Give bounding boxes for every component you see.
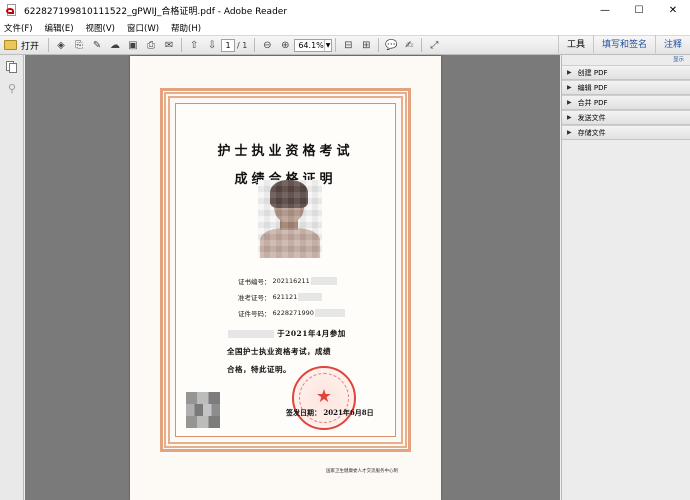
email-icon[interactable]: ✉: [161, 37, 177, 53]
redacted-name: [228, 330, 274, 338]
menu-bar: 文件(F) 编辑(E) 视图(V) 窗口(W) 帮助(H): [0, 20, 690, 35]
next-page-icon[interactable]: ⇩: [204, 37, 220, 53]
panel-item-edit-pdf[interactable]: ▶ 编辑 PDF: [562, 80, 690, 95]
official-seal: ★: [292, 366, 356, 430]
qr-code-pattern: [186, 404, 220, 416]
chevron-right-icon: ▶: [567, 84, 572, 91]
sign-icon[interactable]: ✍: [401, 37, 417, 53]
redacted-block: [310, 277, 337, 285]
toolbar-separator: [254, 38, 256, 52]
body-line1-text: 于2021年4月参加: [277, 329, 346, 338]
page-thumbnails-icon[interactable]: [6, 61, 18, 73]
certificate-body-line1: 于2021年4月参加: [227, 328, 346, 339]
page-total: / 1: [237, 40, 248, 50]
applicant-photo: [258, 180, 322, 258]
comment-icon[interactable]: 💬: [383, 37, 399, 53]
menu-edit[interactable]: 编辑(E): [45, 22, 74, 34]
exam-number-value: 621121: [272, 293, 298, 301]
seal-star-icon: ★: [315, 386, 333, 407]
cloud-icon[interactable]: ☁: [107, 37, 123, 53]
id-number-row: 证件号码： 6228271990: [238, 308, 345, 318]
export-icon[interactable]: ⎘: [71, 37, 87, 53]
chevron-right-icon: ▶: [567, 114, 572, 121]
redacted-block: [298, 293, 323, 301]
toolbar-separator: [181, 38, 183, 52]
open-label: 打开: [21, 41, 40, 52]
chevron-right-icon: ▶: [567, 129, 572, 136]
page-number-input[interactable]: 1: [221, 38, 236, 52]
left-navigation-pane: ⚲: [0, 55, 24, 500]
id-number-label: 证件号码：: [238, 310, 271, 318]
zoom-in-icon[interactable]: ⊕: [277, 37, 293, 53]
fit-width-icon[interactable]: ⊞: [358, 37, 374, 53]
menu-help[interactable]: 帮助(H): [171, 22, 201, 34]
panel-item-label: 发送文件: [577, 113, 606, 122]
previous-page-icon[interactable]: ⇧: [186, 37, 202, 53]
panel-item-store-file[interactable]: ▶ 存储文件: [562, 125, 690, 140]
toolbar-separator: [421, 38, 423, 52]
expand-icon[interactable]: ⤢: [426, 37, 442, 53]
certificate-number-row: 证书编号： 202116211: [238, 276, 337, 286]
panel-item-label: 创建 PDF: [577, 68, 608, 77]
chevron-down-icon[interactable]: ▼: [323, 39, 332, 51]
panel-item-create-pdf[interactable]: ▶ 创建 PDF: [562, 65, 690, 80]
document-area[interactable]: 护士执业资格考试 成绩合格证明 证书编号： 202116211 准考证号： 62…: [25, 55, 560, 500]
redacted-block: [314, 309, 345, 317]
right-tabs: 工具 填写和签名 注释: [557, 35, 690, 55]
certificate-body-line3: 合格，特此证明。: [227, 365, 291, 374]
certificate-number-value: 202116211: [272, 277, 310, 285]
menu-view[interactable]: 视图(V): [86, 22, 115, 34]
toolbar-separator: [335, 38, 337, 52]
open-button[interactable]: 打开: [4, 39, 39, 52]
certificate-footer: 国家卫生健康委人才交流服务中心制: [326, 469, 398, 474]
edit-icon[interactable]: ✎: [89, 37, 105, 53]
tab-tools[interactable]: 工具: [557, 35, 593, 55]
create-pdf-icon[interactable]: ◈: [53, 37, 69, 53]
minimize-button[interactable]: —: [588, 0, 622, 20]
tools-panel: 显示 ▶ 创建 PDF ▶ 编辑 PDF ▶ 合并 PDF ▶ 发送文件 ▶ 存…: [561, 55, 690, 500]
save-icon[interactable]: ▣: [125, 37, 141, 53]
id-number-value: 6228271990: [272, 309, 314, 317]
menu-window[interactable]: 窗口(W): [127, 22, 159, 34]
panel-item-label: 编辑 PDF: [577, 83, 608, 92]
chevron-right-icon: ▶: [567, 69, 572, 76]
tab-comment[interactable]: 注释: [654, 35, 690, 55]
zoom-select[interactable]: 64.1% ▼: [294, 38, 333, 52]
panel-show-link[interactable]: 显示: [562, 55, 690, 65]
menu-file[interactable]: 文件(F): [4, 22, 33, 34]
window-title: 622827199810111522_gPWIJ_合格证明.pdf - Adob…: [24, 6, 288, 17]
issue-date: 签发日期： 2021年6月8日: [286, 408, 374, 417]
tab-fill-sign[interactable]: 填写和签名: [592, 35, 655, 55]
panel-item-label: 合并 PDF: [577, 98, 608, 107]
folder-icon: [4, 40, 17, 50]
adobe-reader-icon: [6, 4, 18, 16]
print-icon[interactable]: ⎙: [143, 37, 159, 53]
panel-item-label: 存储文件: [577, 128, 606, 137]
pdf-page: 护士执业资格考试 成绩合格证明 证书编号： 202116211 准考证号： 62…: [130, 56, 441, 500]
certificate-title: 护士执业资格考试: [217, 144, 354, 159]
certificate-body-line2: 全国护士执业资格考试，成绩: [227, 347, 331, 356]
toolbar-separator: [378, 38, 380, 52]
close-button[interactable]: ✕: [656, 0, 690, 20]
toolbar-separator: [48, 38, 50, 52]
exam-number-label: 准考证号：: [238, 294, 271, 302]
toolbar: 打开 ◈ ⎘ ✎ ☁ ▣ ⎙ ✉ ⇧ ⇩ 1 / 1 ⊖ ⊕ 64.1% ▼ ⊟…: [0, 35, 690, 55]
zoom-value: 64.1%: [298, 40, 324, 50]
title-bar: 622827199810111522_gPWIJ_合格证明.pdf - Adob…: [0, 0, 690, 20]
certificate-number-label: 证书编号：: [238, 278, 271, 286]
fit-page-icon[interactable]: ⊟: [340, 37, 356, 53]
zoom-out-icon[interactable]: ⊖: [259, 37, 275, 53]
panel-item-combine-pdf[interactable]: ▶ 合并 PDF: [562, 95, 690, 110]
panel-item-send-file[interactable]: ▶ 发送文件: [562, 110, 690, 125]
chevron-right-icon: ▶: [567, 99, 572, 106]
attachments-icon[interactable]: ⚲: [6, 83, 18, 95]
maximize-button[interactable]: ☐: [622, 0, 656, 20]
exam-number-row: 准考证号： 621121: [238, 292, 323, 302]
